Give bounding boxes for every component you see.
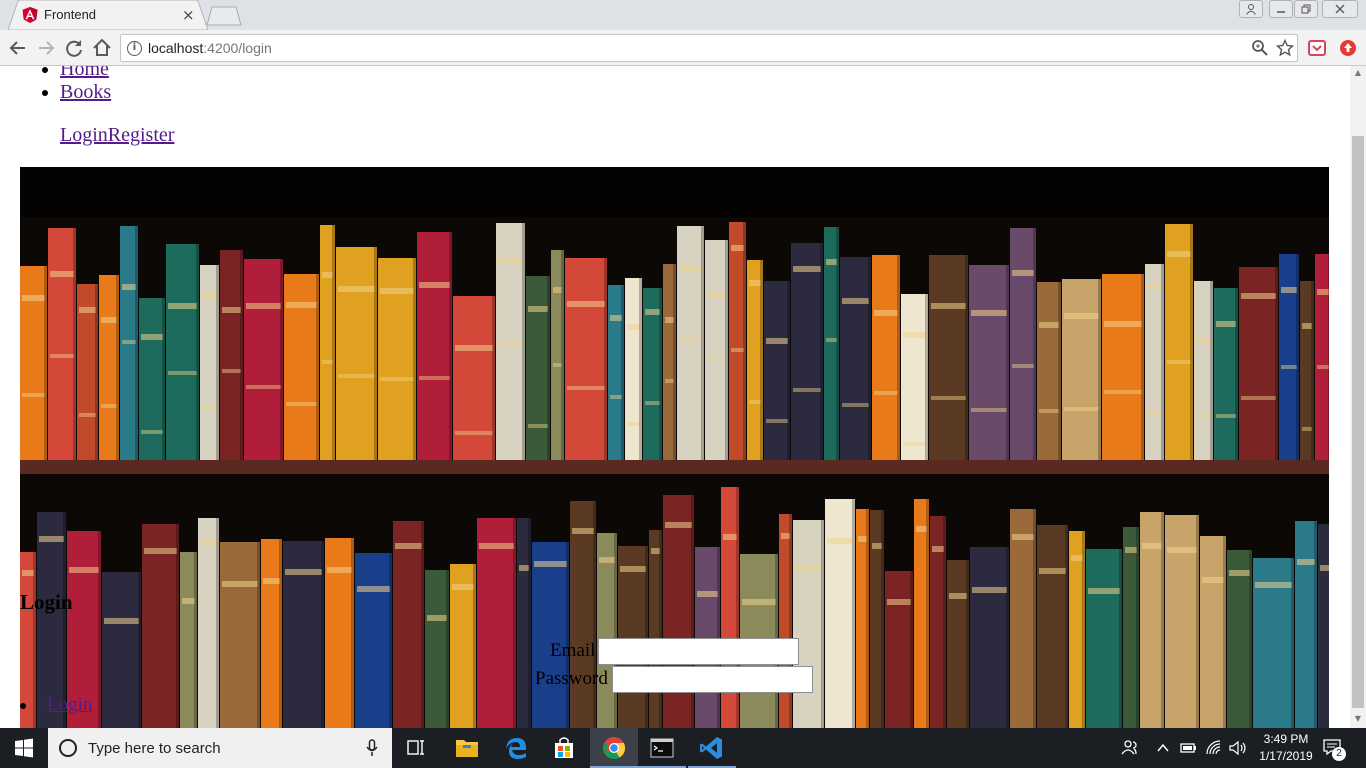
windows-logo-icon	[15, 738, 33, 758]
register-link[interactable]: Register	[108, 124, 175, 146]
microphone-icon[interactable]	[366, 739, 378, 757]
chrome-icon	[602, 737, 626, 759]
url-text[interactable]: localhost:4200/login	[148, 40, 272, 56]
star-icon[interactable]	[1276, 39, 1294, 57]
vscode-icon	[700, 737, 722, 759]
page-viewport: Home Books LoginRegister Login Email Pas…	[0, 66, 1350, 728]
start-button[interactable]	[0, 728, 48, 768]
clock-date: 1/17/2019	[1259, 749, 1313, 763]
upload-extension-icon[interactable]	[1339, 39, 1357, 57]
task-view-button[interactable]	[392, 728, 440, 768]
window-close-button[interactable]	[1322, 0, 1358, 18]
password-input[interactable]	[612, 666, 813, 693]
new-tab-button[interactable]	[206, 6, 242, 26]
main-nav: Home Books	[60, 66, 111, 104]
store-icon	[555, 737, 573, 758]
file-explorer-button[interactable]	[443, 728, 491, 768]
tab-close-button[interactable]: ×	[182, 6, 195, 24]
chrome-button[interactable]	[590, 728, 638, 768]
chevron-up-icon[interactable]	[1156, 741, 1170, 755]
wifi-icon[interactable]	[1205, 739, 1223, 757]
email-label: Email	[550, 640, 596, 661]
books-link[interactable]: Books	[60, 81, 111, 103]
vscode-button[interactable]	[688, 728, 736, 768]
battery-icon[interactable]	[1180, 740, 1198, 756]
taskbar-search[interactable]: Type here to search	[48, 728, 392, 768]
reload-button[interactable]	[62, 36, 86, 60]
home-button[interactable]	[90, 36, 114, 60]
nav-item-books: Books	[60, 81, 111, 104]
bottom-login-link[interactable]: Login	[47, 694, 92, 716]
active-tab[interactable]	[8, 0, 208, 30]
close-icon	[1335, 4, 1345, 14]
windows-taskbar: Type here to search 3:49 PM 1/17/2019 2	[0, 728, 1366, 768]
tab-strip: Frontend ×	[0, 0, 1366, 30]
scroll-down-arrow[interactable]: ▼	[1350, 712, 1366, 726]
auth-links: LoginRegister	[60, 124, 174, 147]
browser-toolbar: i localhost:4200/login	[0, 30, 1366, 66]
task-view-icon	[407, 740, 424, 755]
info-icon[interactable]: i	[127, 41, 142, 56]
clock-time: 3:49 PM	[1263, 732, 1309, 746]
edge-icon	[506, 738, 526, 759]
tab-title[interactable]: Frontend	[44, 7, 96, 22]
login-heading: Login	[20, 590, 73, 614]
address-bar[interactable]: i localhost:4200/login	[120, 34, 1298, 62]
pocket-extension-icon[interactable]	[1308, 39, 1326, 57]
people-icon[interactable]	[1120, 738, 1140, 758]
terminal-button[interactable]	[638, 728, 686, 768]
home-link[interactable]: Home	[60, 66, 109, 80]
email-row: Email	[530, 638, 810, 666]
minimize-button[interactable]	[1269, 0, 1293, 18]
restore-icon	[1301, 4, 1311, 14]
notification-badge: 2	[1332, 747, 1346, 761]
profile-button[interactable]	[1239, 0, 1263, 18]
angular-logo-icon	[22, 7, 38, 23]
volume-icon[interactable]	[1228, 739, 1248, 757]
back-button[interactable]	[6, 36, 30, 60]
password-row: Password	[530, 666, 820, 694]
forward-button[interactable]	[34, 36, 58, 60]
email-input[interactable]	[598, 638, 799, 665]
system-clock[interactable]: 3:49 PM 1/17/2019	[1256, 731, 1316, 765]
page-scrollbar[interactable]: ▲ ▼	[1350, 66, 1366, 728]
cortana-circle-icon	[59, 739, 77, 757]
login-link[interactable]: Login	[60, 124, 108, 146]
edge-button[interactable]	[492, 728, 540, 768]
nav-item-home: Home	[60, 66, 111, 81]
person-icon	[1246, 4, 1256, 15]
zoom-icon[interactable]	[1251, 39, 1269, 57]
scroll-up-arrow[interactable]: ▲	[1350, 66, 1366, 80]
file-explorer-icon	[456, 740, 478, 757]
list-bullet	[20, 703, 26, 709]
password-label: Password	[535, 668, 608, 689]
restore-button[interactable]	[1294, 0, 1318, 18]
action-center-button[interactable]: 2	[1322, 738, 1346, 761]
store-button[interactable]	[540, 728, 588, 768]
minimize-icon	[1277, 11, 1285, 13]
search-placeholder: Type here to search	[88, 740, 221, 757]
scroll-thumb[interactable]	[1352, 136, 1364, 708]
terminal-icon	[650, 738, 674, 758]
